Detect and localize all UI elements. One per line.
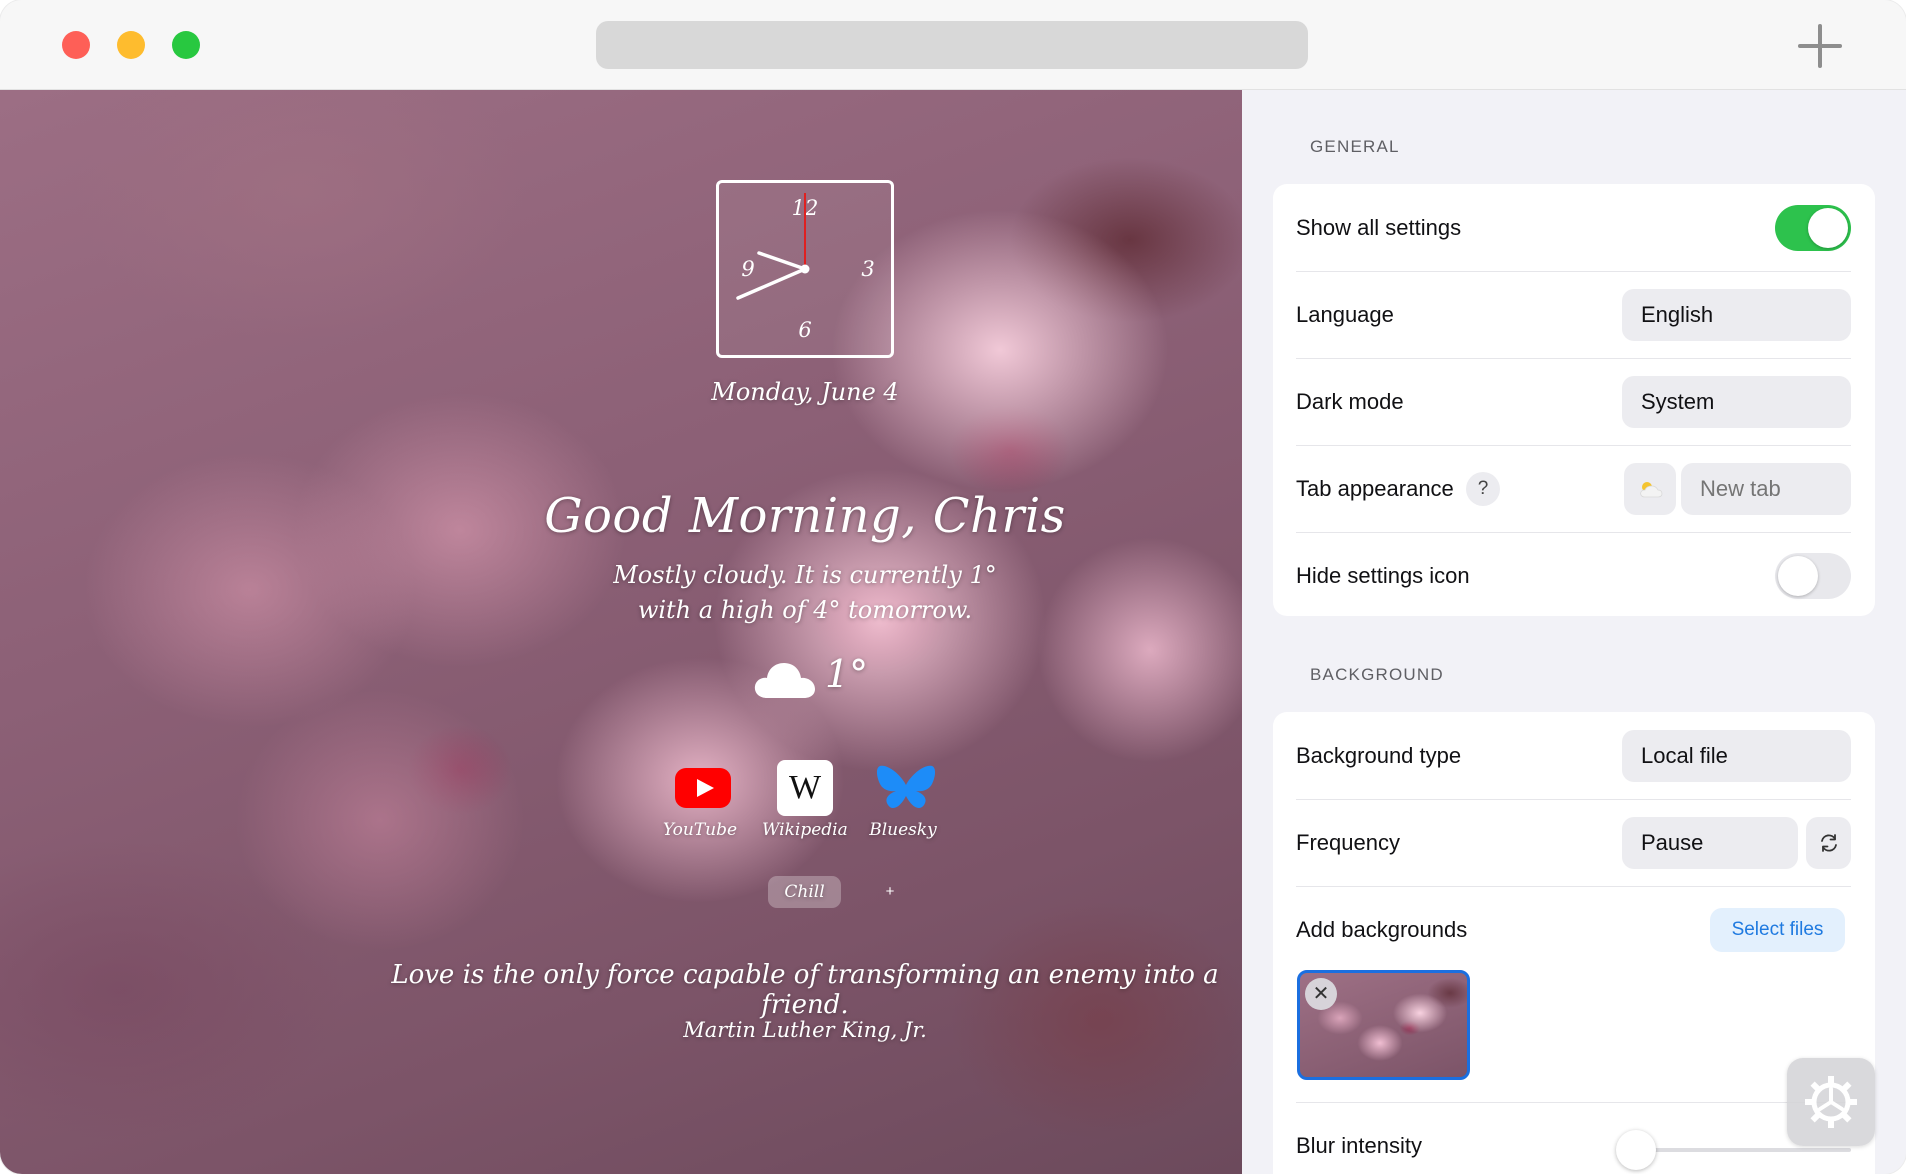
sun-cloud-glyph (1640, 482, 1663, 498)
close-icon[interactable]: ✕ (1305, 978, 1337, 1010)
bluesky-icon (876, 765, 936, 809)
background-type-select[interactable]: Local file (1622, 730, 1851, 782)
tab-appearance-label: Tab appearance (1296, 476, 1454, 501)
close-window-button[interactable] (62, 31, 90, 59)
add-backgrounds-label: Add backgrounds (1296, 917, 1468, 942)
refresh-icon[interactable] (1806, 817, 1851, 869)
row-background-type: Background type Local file (1296, 712, 1851, 799)
link-group-chill[interactable]: Chill (768, 876, 841, 908)
temperature-text: 1° (825, 652, 869, 696)
clock-numeral-6: 6 (798, 318, 811, 342)
hide-settings-icon-toggle[interactable] (1775, 553, 1851, 599)
cloud-icon (754, 663, 815, 698)
row-dark-mode: Dark mode System (1296, 358, 1851, 445)
background-type-label: Background type (1296, 743, 1462, 768)
link-youtube[interactable]: YouTube (660, 760, 740, 850)
sun-cloud-icon[interactable] (1624, 463, 1676, 515)
link-label: Bluesky (869, 820, 937, 840)
row-blur-intensity: Blur intensity (1296, 1102, 1851, 1174)
dark-mode-label: Dark mode (1296, 389, 1404, 414)
gear-glyph (1805, 1076, 1857, 1128)
minimize-window-button[interactable] (117, 31, 145, 59)
show-all-settings-label: Show all settings (1296, 215, 1462, 240)
quote-text: Love is the only force capable of transf… (391, 960, 1219, 1020)
blur-intensity-label: Blur intensity (1296, 1133, 1422, 1158)
background-thumbnail[interactable]: ✕ (1297, 970, 1470, 1080)
quote-author: Martin Luther King, Jr. (683, 1018, 927, 1042)
weather-line-1: Mostly cloudy. It is currently 1° (613, 561, 997, 589)
row-show-all-settings: Show all settings (1296, 184, 1851, 271)
date-text: Monday, June 4 (711, 378, 899, 406)
hide-settings-icon-label: Hide settings icon (1296, 563, 1470, 588)
blur-slider-handle[interactable] (1616, 1130, 1656, 1170)
help-icon[interactable]: ? (1466, 472, 1500, 506)
weather-description: Mostly cloudy. It is currently 1° with a… (540, 558, 1070, 628)
language-label: Language (1296, 302, 1394, 327)
address-bar[interactable] (596, 21, 1308, 69)
link-label: Wikipedia (762, 820, 848, 840)
wikipedia-icon: W (777, 760, 833, 816)
new-tab-page: 12 3 6 9 Monday, June 4 Good Morning, Ch… (0, 90, 1242, 1174)
background-card: Background type Local file Frequency Pau… (1273, 712, 1875, 1174)
add-group-button[interactable]: + (878, 880, 902, 904)
weather-line-2: with a high of 4° tomorrow. (637, 596, 973, 624)
tab-title-input[interactable] (1681, 463, 1851, 515)
link-bluesky[interactable]: Bluesky (863, 760, 943, 850)
dark-mode-select[interactable]: System (1622, 376, 1851, 428)
settings-panel: GENERAL Show all settings Language Engli… (1242, 90, 1906, 1174)
gear-icon[interactable] (1787, 1058, 1875, 1146)
clock-hour-hand (757, 251, 807, 271)
link-label: YouTube (662, 820, 738, 840)
browser-window: 12 3 6 9 Monday, June 4 Good Morning, Ch… (0, 0, 1906, 1174)
frequency-select[interactable]: Pause (1622, 817, 1798, 869)
title-bar (0, 0, 1906, 90)
row-frequency: Frequency Pause (1296, 799, 1851, 886)
general-card: Show all settings Language English Dark … (1273, 184, 1875, 616)
link-wikipedia[interactable]: W Wikipedia (762, 760, 848, 850)
clock-face: 12 3 6 9 (736, 193, 875, 342)
frequency-label: Frequency (1296, 830, 1400, 855)
language-select[interactable]: English (1622, 289, 1851, 341)
current-weather[interactable]: 1° (753, 648, 868, 708)
clock-numeral-9: 9 (741, 257, 754, 281)
youtube-icon (675, 768, 731, 808)
toggle-knob (1808, 208, 1848, 248)
clock-numeral-3: 3 (861, 257, 874, 281)
analog-clock: 12 3 6 9 (716, 180, 894, 358)
section-title-background: BACKGROUND (1310, 665, 1444, 684)
row-language: Language English (1296, 271, 1851, 358)
select-files-button[interactable]: Select files (1710, 908, 1845, 952)
row-tab-appearance: Tab appearance ? (1296, 445, 1851, 532)
refresh-glyph (1821, 834, 1837, 852)
plus-icon[interactable] (1796, 22, 1844, 70)
show-all-settings-toggle[interactable] (1775, 205, 1851, 251)
greeting-text: Good Morning, Chris (544, 488, 1066, 544)
section-title-general: GENERAL (1310, 137, 1400, 156)
zoom-window-button[interactable] (172, 31, 200, 59)
toggle-knob (1778, 556, 1818, 596)
quick-links: YouTube W Wikipedia Bluesky (660, 760, 950, 840)
clock-center (800, 264, 810, 274)
row-hide-settings-icon: Hide settings icon (1296, 532, 1851, 619)
